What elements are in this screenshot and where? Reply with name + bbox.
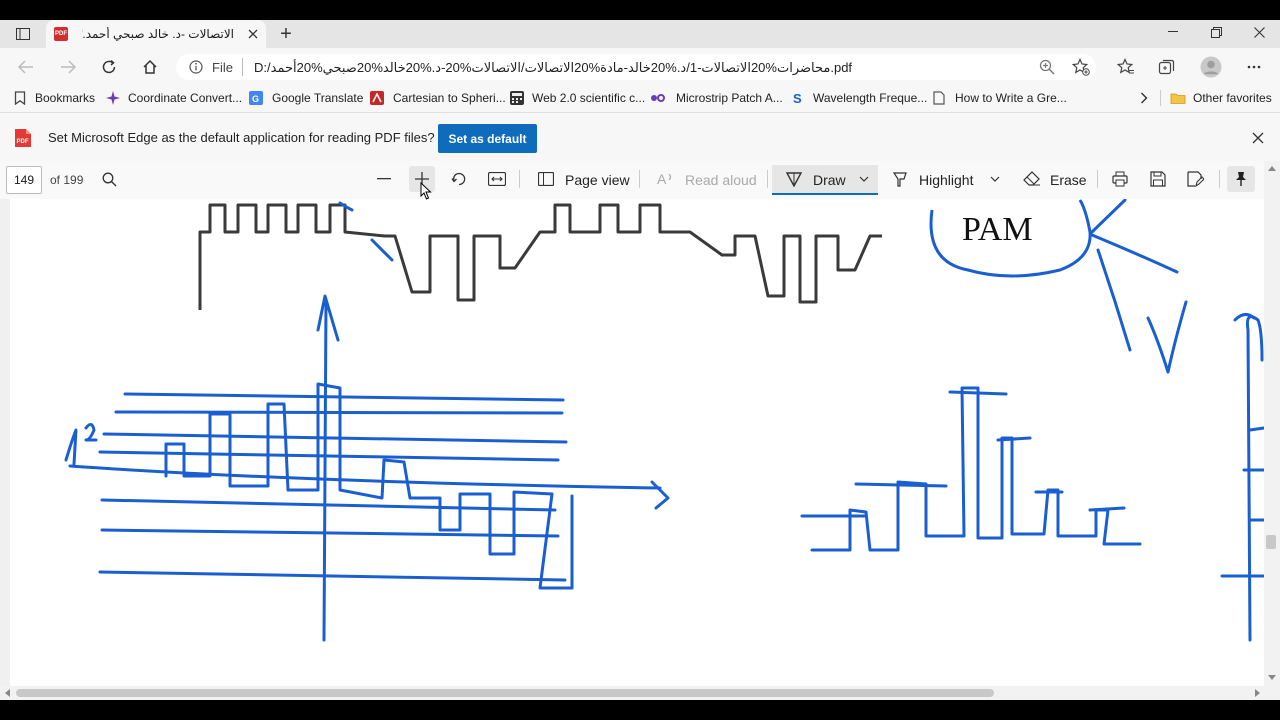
zoom-out-icon[interactable] [374, 170, 394, 188]
tab-title: الاتصالات -د. خالد صبحي أحمد.pdf* [82, 27, 234, 41]
hand-annotations [64, 199, 1264, 642]
erase-button[interactable]: Erase [1050, 172, 1087, 188]
spark-icon [106, 91, 120, 105]
read-aloud-icon[interactable]: A [656, 170, 676, 188]
pin-toolbar-icon[interactable] [1227, 166, 1255, 192]
calculator-icon [510, 91, 524, 105]
bookmark-icon [14, 91, 28, 106]
other-favorites[interactable]: Other favorites [1193, 91, 1272, 105]
rotate-icon[interactable] [449, 170, 469, 188]
bookmark-item-cartesian[interactable]: Cartesian to Spheri... [393, 91, 506, 105]
set-as-default-button[interactable]: Set as default [438, 124, 537, 153]
toolbar-separator [519, 170, 520, 188]
translate-icon: G [249, 91, 263, 105]
scroll-up-arrow-icon[interactable] [1266, 163, 1278, 173]
svg-text:A: A [657, 171, 667, 187]
search-icon[interactable] [100, 170, 118, 188]
close-window-icon[interactable] [1246, 22, 1272, 42]
site-icon [650, 91, 665, 105]
back-icon[interactable] [14, 56, 38, 78]
home-icon[interactable] [138, 56, 162, 78]
restore-icon[interactable] [1203, 22, 1229, 42]
draw-icon [784, 170, 804, 188]
new-tab-button[interactable]: + [274, 22, 298, 46]
close-infobar-icon[interactable] [1248, 128, 1268, 148]
toolbar-separator [1097, 170, 1098, 188]
site-icon: S [791, 91, 805, 106]
minimize-icon[interactable] [1160, 22, 1186, 42]
bookmark-item-google-translate[interactable]: Google Translate [272, 91, 363, 105]
tab-actions-icon[interactable] [10, 25, 36, 43]
info-icon[interactable] [188, 59, 204, 75]
bookmarks-separator [1160, 90, 1161, 106]
fit-width-icon[interactable] [486, 170, 508, 188]
horizontal-scroll-thumb[interactable] [16, 689, 994, 697]
zoom-icon[interactable] [1037, 57, 1057, 77]
highlight-button[interactable]: Highlight [919, 172, 973, 188]
address-prefix: File [212, 60, 233, 75]
folder-icon [1170, 91, 1186, 105]
page-view-button[interactable]: Page view [565, 172, 630, 188]
bookmark-item-bookmarks[interactable]: Bookmarks [35, 91, 95, 105]
highlight-icon[interactable] [890, 170, 910, 188]
site-icon [370, 91, 384, 105]
page-total: of 199 [50, 173, 84, 187]
infobar-message: Set Microsoft Edge as the default applic… [48, 130, 435, 145]
document-gutter [0, 199, 10, 686]
forward-icon[interactable] [56, 56, 80, 78]
scroll-right-arrow-icon[interactable] [1252, 688, 1262, 698]
scrollbar-corner [1264, 686, 1280, 700]
bookmark-item-coordinate-converter[interactable]: Coordinate Convert... [128, 91, 242, 105]
collections-icon[interactable] [1157, 57, 1177, 77]
bookmark-item-how-to-write[interactable]: How to Write a Gre... [955, 91, 1067, 105]
vertical-scrollbar[interactable] [1264, 161, 1280, 686]
printed-square-wave [198, 203, 882, 310]
refresh-icon[interactable] [97, 56, 121, 78]
address-separator [242, 58, 243, 76]
svg-text:G: G [252, 94, 259, 104]
profile-avatar[interactable] [1199, 55, 1223, 79]
page-number-input[interactable]: 149 [6, 166, 42, 194]
mouse-cursor [420, 181, 432, 200]
toolbar-separator [639, 170, 640, 188]
bookmark-item-microstrip[interactable]: Microstrip Patch A... [676, 91, 783, 105]
chevron-down-icon[interactable] [857, 172, 871, 186]
scroll-left-arrow-icon[interactable] [2, 688, 12, 698]
save-as-icon[interactable] [1185, 170, 1205, 188]
chevron-right-icon[interactable] [1136, 90, 1152, 106]
svg-text:S: S [793, 91, 802, 105]
page-drawing: PAM [64, 199, 1264, 642]
pdf-page[interactable]: PAM [10, 199, 1264, 686]
address-url[interactable]: D:/محاضرات%20الاتصالات-1/د.%20خالد-مادة%… [254, 60, 852, 76]
favorites-icon[interactable] [1116, 57, 1136, 77]
toolbar-separator [1219, 170, 1220, 188]
vertical-scroll-thumb[interactable] [1266, 535, 1276, 549]
eraser-icon[interactable] [1021, 170, 1043, 188]
bookmark-item-web2-calculator[interactable]: Web 2.0 scientific c... [532, 91, 645, 105]
scroll-down-arrow-icon[interactable] [1266, 672, 1278, 682]
toolbar-separator [767, 170, 768, 188]
page-icon [933, 91, 947, 105]
bookmark-item-wavelength[interactable]: Wavelength Freque... [813, 91, 927, 105]
pam-label: PAM [962, 211, 1033, 248]
chevron-down-icon[interactable] [988, 172, 1002, 186]
pam-bubble: PAM [929, 199, 1092, 278]
page-view-icon[interactable] [536, 170, 556, 188]
draw-label: Draw [813, 172, 846, 188]
add-favorite-icon[interactable] [1071, 57, 1091, 77]
print-icon[interactable] [1110, 170, 1130, 188]
pdf-file-icon: PDF [54, 27, 68, 41]
pdf-icon: PDF [14, 128, 32, 148]
svg-text:PDF: PDF [17, 139, 29, 145]
more-options-icon[interactable] [1243, 57, 1265, 77]
close-tab-icon[interactable] [244, 25, 262, 43]
read-aloud-button[interactable]: Read aloud [685, 172, 757, 188]
save-icon[interactable] [1148, 170, 1168, 188]
